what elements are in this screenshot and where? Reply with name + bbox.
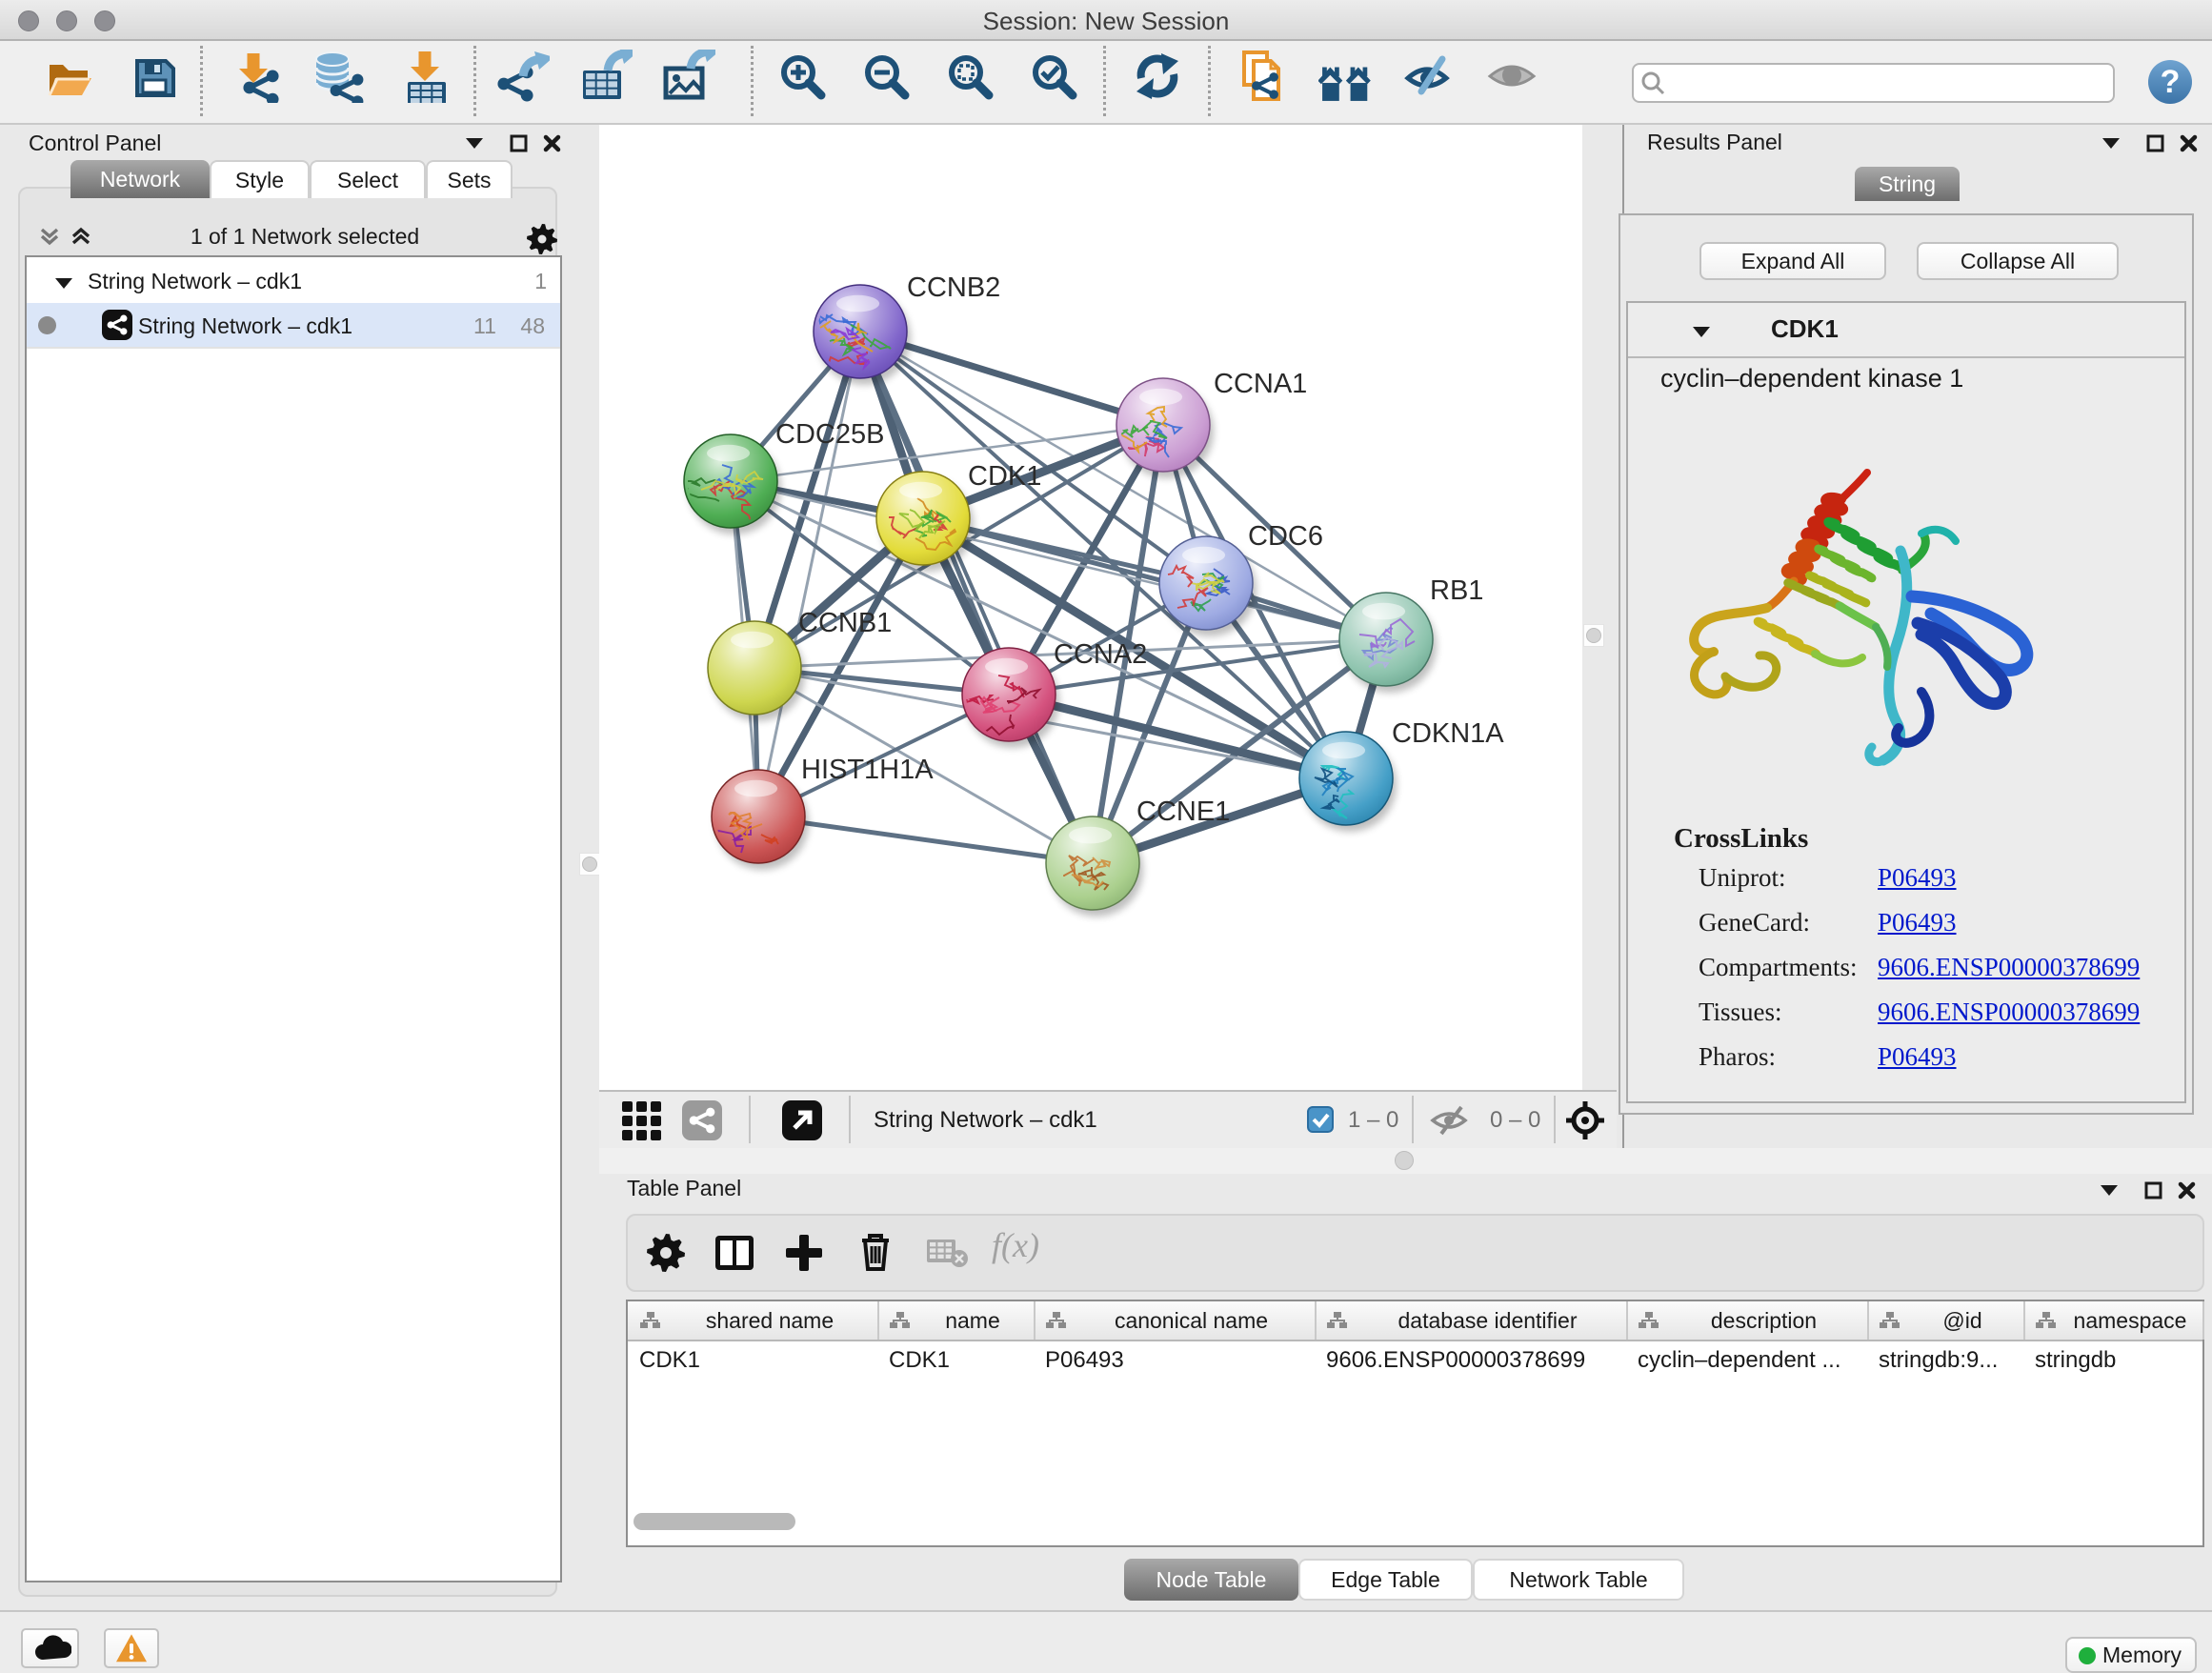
svg-text:CCNA1: CCNA1 <box>1214 369 1307 399</box>
svg-text:HIST1H1A: HIST1H1A <box>801 755 934 785</box>
svg-text:CCNE1: CCNE1 <box>1136 796 1230 827</box>
svg-text:CDK1: CDK1 <box>968 461 1041 492</box>
svg-text:CDC25B: CDC25B <box>775 419 884 450</box>
svg-text:RB1: RB1 <box>1430 575 1483 606</box>
svg-text:CDKN1A: CDKN1A <box>1392 718 1504 749</box>
svg-text:CCNA2: CCNA2 <box>1054 639 1147 670</box>
svg-text:CCNB2: CCNB2 <box>907 272 1000 303</box>
svg-text:CDC6: CDC6 <box>1248 521 1323 552</box>
svg-text:CCNB1: CCNB1 <box>798 608 892 638</box>
